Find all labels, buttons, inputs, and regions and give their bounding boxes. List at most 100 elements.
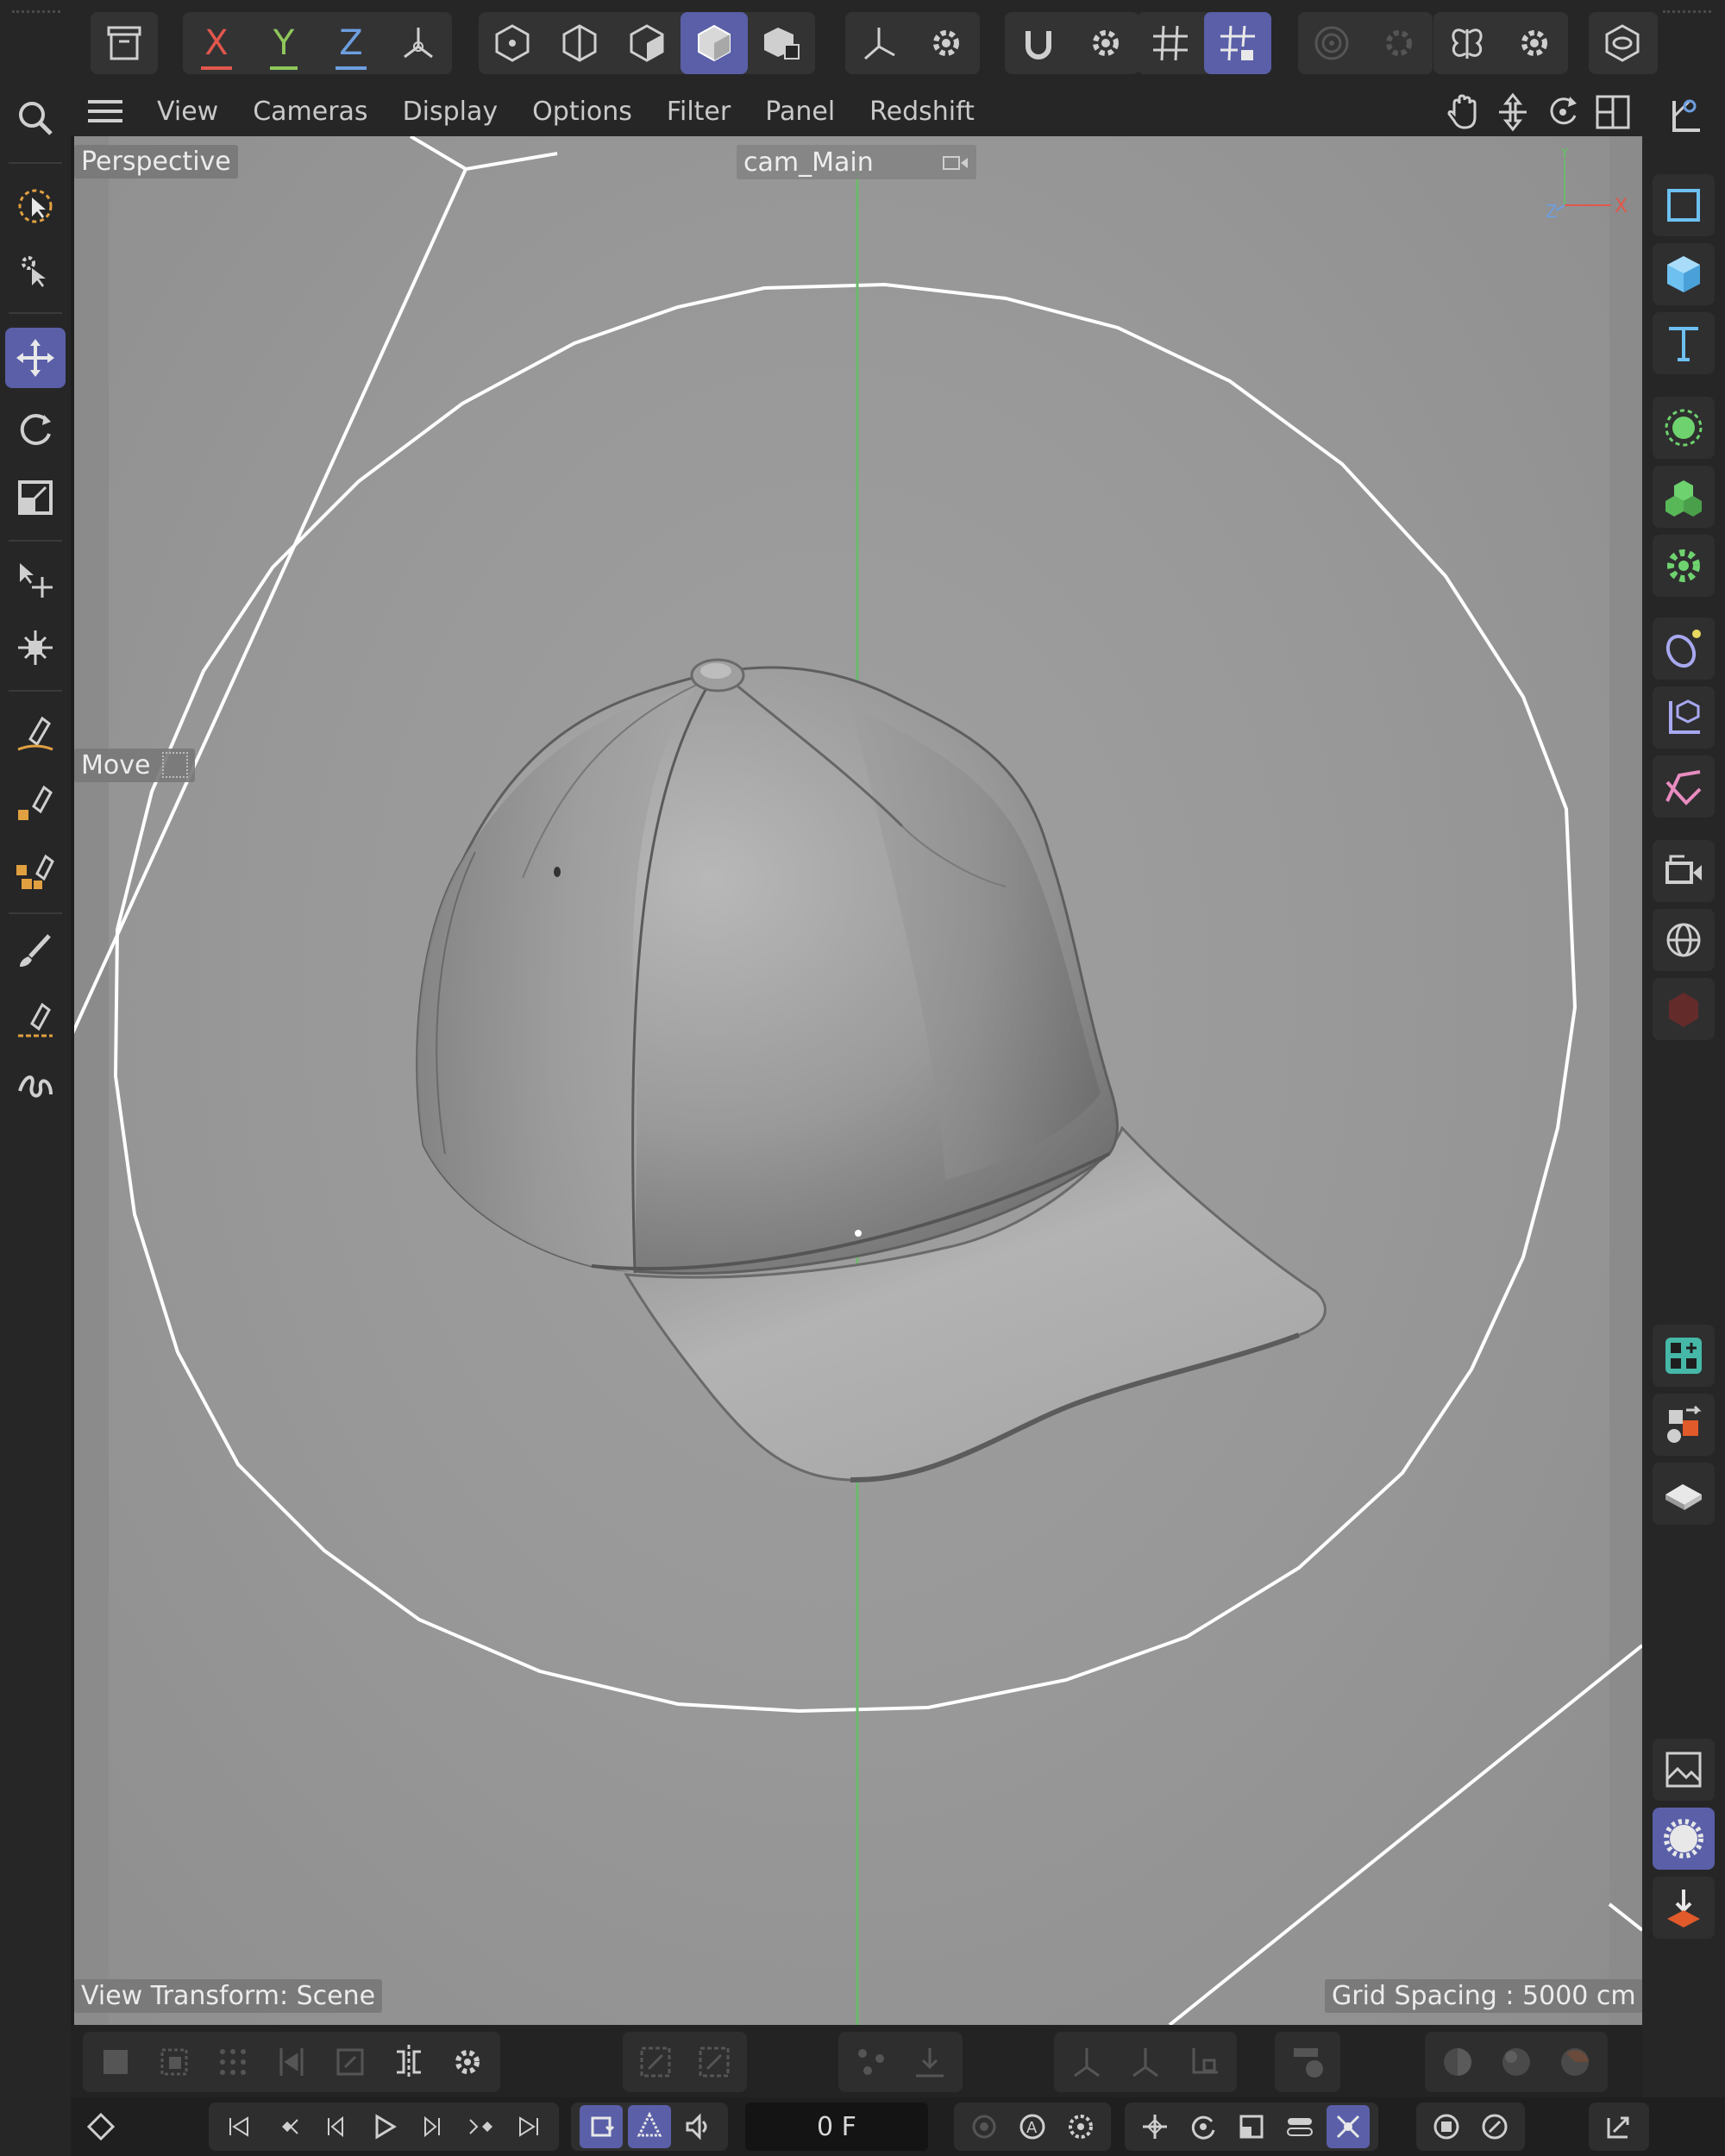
redshift-object-button[interactable] (1653, 978, 1715, 1040)
lock-workplane-button[interactable] (1204, 12, 1271, 74)
floor-button[interactable] (1653, 1463, 1715, 1525)
axis-align-button[interactable] (1120, 2036, 1171, 2088)
symmetry-plane-button[interactable] (383, 2036, 435, 2088)
panel-menu-button[interactable] (71, 86, 140, 136)
cloner-button[interactable] (1653, 466, 1715, 528)
soft-selection-button[interactable] (1298, 12, 1365, 74)
camera-button[interactable] (1653, 840, 1715, 902)
play-button[interactable] (362, 2105, 405, 2148)
transfer-tool-button[interactable] (5, 550, 66, 611)
coordinates-button[interactable] (1653, 86, 1715, 148)
coordinate-system-button[interactable] (385, 12, 452, 74)
select-grid-button[interactable] (207, 2036, 259, 2088)
select-partial-button[interactable] (148, 2036, 200, 2088)
axis-x-toggle[interactable]: X (183, 12, 250, 74)
menu-redshift[interactable]: Redshift (852, 97, 992, 127)
key-position-button[interactable] (1133, 2105, 1176, 2148)
menu-view[interactable]: View (140, 97, 235, 127)
axis-y-toggle[interactable]: Y (250, 12, 317, 74)
soft-selection-settings[interactable] (1365, 12, 1433, 74)
autokey-button[interactable]: A (1011, 2105, 1054, 2148)
frame-rate-button[interactable] (628, 2105, 671, 2148)
render-to-viewer-button[interactable] (1653, 1877, 1715, 1939)
menu-panel[interactable]: Panel (748, 97, 852, 127)
snap-settings-button[interactable] (1072, 12, 1139, 74)
field-button[interactable] (1653, 686, 1715, 749)
archive-button[interactable] (91, 12, 158, 74)
optimize-button[interactable] (845, 2036, 897, 2088)
orbit-icon[interactable] (1542, 91, 1584, 133)
polygons-mode-button[interactable] (613, 12, 681, 74)
key-param-button[interactable] (1278, 2105, 1321, 2148)
frame-all-button[interactable] (688, 2036, 740, 2088)
view-settings-button[interactable] (1589, 12, 1656, 74)
subdivision-button[interactable] (1653, 397, 1715, 459)
axis-settings-button[interactable] (913, 12, 980, 74)
view-name-label[interactable]: Perspective (74, 145, 238, 179)
points-mode-button[interactable] (479, 12, 546, 74)
loop-button[interactable] (580, 2105, 623, 2148)
move-tool-button[interactable] (5, 328, 66, 388)
axis-z-toggle[interactable]: Z (317, 12, 385, 74)
next-frame-button[interactable] (411, 2105, 454, 2148)
deformer-button[interactable] (1653, 617, 1715, 680)
axis-reset-button[interactable] (1178, 2036, 1230, 2088)
select-ring-button[interactable] (324, 2036, 376, 2088)
menu-options[interactable]: Options (515, 97, 649, 127)
menu-display[interactable]: Display (386, 97, 516, 127)
tweak-tool-button[interactable] (5, 241, 66, 302)
select-tool-button[interactable] (5, 176, 66, 236)
go-to-start-button[interactable] (217, 2105, 260, 2148)
content-browser-button[interactable] (1653, 1394, 1715, 1456)
motion-record-button[interactable] (1425, 2105, 1468, 2148)
shading-mode-1[interactable] (1432, 2036, 1484, 2088)
previous-frame-button[interactable] (314, 2105, 357, 2148)
scheme-button[interactable] (1473, 2105, 1516, 2148)
key-scale-button[interactable] (1230, 2105, 1273, 2148)
key-pla-button[interactable] (1327, 2105, 1370, 2148)
key-filter-button[interactable] (1059, 2105, 1102, 2148)
pan-hand-icon[interactable] (1442, 91, 1484, 133)
shading-mode-3[interactable] (1549, 2036, 1601, 2088)
pen-tool-button[interactable] (5, 704, 66, 764)
next-key-button[interactable] (459, 2105, 502, 2148)
text-button[interactable] (1653, 312, 1715, 374)
menu-filter[interactable]: Filter (649, 97, 748, 127)
picture-viewer-button[interactable] (1653, 1739, 1715, 1801)
toolbar-grip[interactable] (12, 10, 60, 17)
snap-button[interactable] (1005, 12, 1072, 74)
selection-settings-button[interactable] (442, 2036, 493, 2088)
shading-mode-2[interactable] (1490, 2036, 1542, 2088)
render-settings-button[interactable] (1653, 1808, 1715, 1870)
spline-smooth-button[interactable] (5, 990, 66, 1050)
sketch-tool-button[interactable] (5, 840, 66, 900)
placement-tool-button[interactable] (5, 617, 66, 678)
rotate-tool-button[interactable] (5, 398, 66, 459)
previous-key-button[interactable] (266, 2105, 309, 2148)
rectangle-button[interactable] (1653, 174, 1715, 236)
expand-timeline-button[interactable] (1597, 2105, 1640, 2148)
symmetry-settings-button[interactable] (1501, 12, 1568, 74)
spline-effector-button[interactable] (1653, 755, 1715, 818)
edges-mode-button[interactable] (546, 12, 613, 74)
workplane-button[interactable] (1137, 12, 1204, 74)
search-button[interactable] (5, 88, 66, 148)
model-mode-button[interactable] (681, 12, 748, 74)
tool-hud-label[interactable]: Move (74, 749, 196, 782)
toolbar-grip[interactable] (1663, 10, 1711, 17)
keyframe-button[interactable] (79, 2105, 122, 2148)
sound-button[interactable] (676, 2105, 719, 2148)
axis-tool-button[interactable] (845, 12, 913, 74)
select-loop-button[interactable] (266, 2036, 317, 2088)
cube-button[interactable] (1653, 243, 1715, 305)
lasso-tool-button[interactable] (5, 1057, 66, 1118)
spline-tool-button[interactable] (5, 773, 66, 833)
active-camera-dropdown[interactable]: cam_Main (737, 145, 976, 179)
perspective-viewport[interactable]: Perspective cam_Main Y X Z Move View Tra… (74, 136, 1642, 2025)
menu-cameras[interactable]: Cameras (235, 97, 385, 127)
frame-selected-button[interactable] (630, 2036, 681, 2088)
dolly-arrows-icon[interactable] (1492, 91, 1534, 133)
go-to-end-button[interactable] (507, 2105, 550, 2148)
brush-tool-button[interactable] (5, 921, 66, 981)
key-rotation-button[interactable] (1182, 2105, 1225, 2148)
